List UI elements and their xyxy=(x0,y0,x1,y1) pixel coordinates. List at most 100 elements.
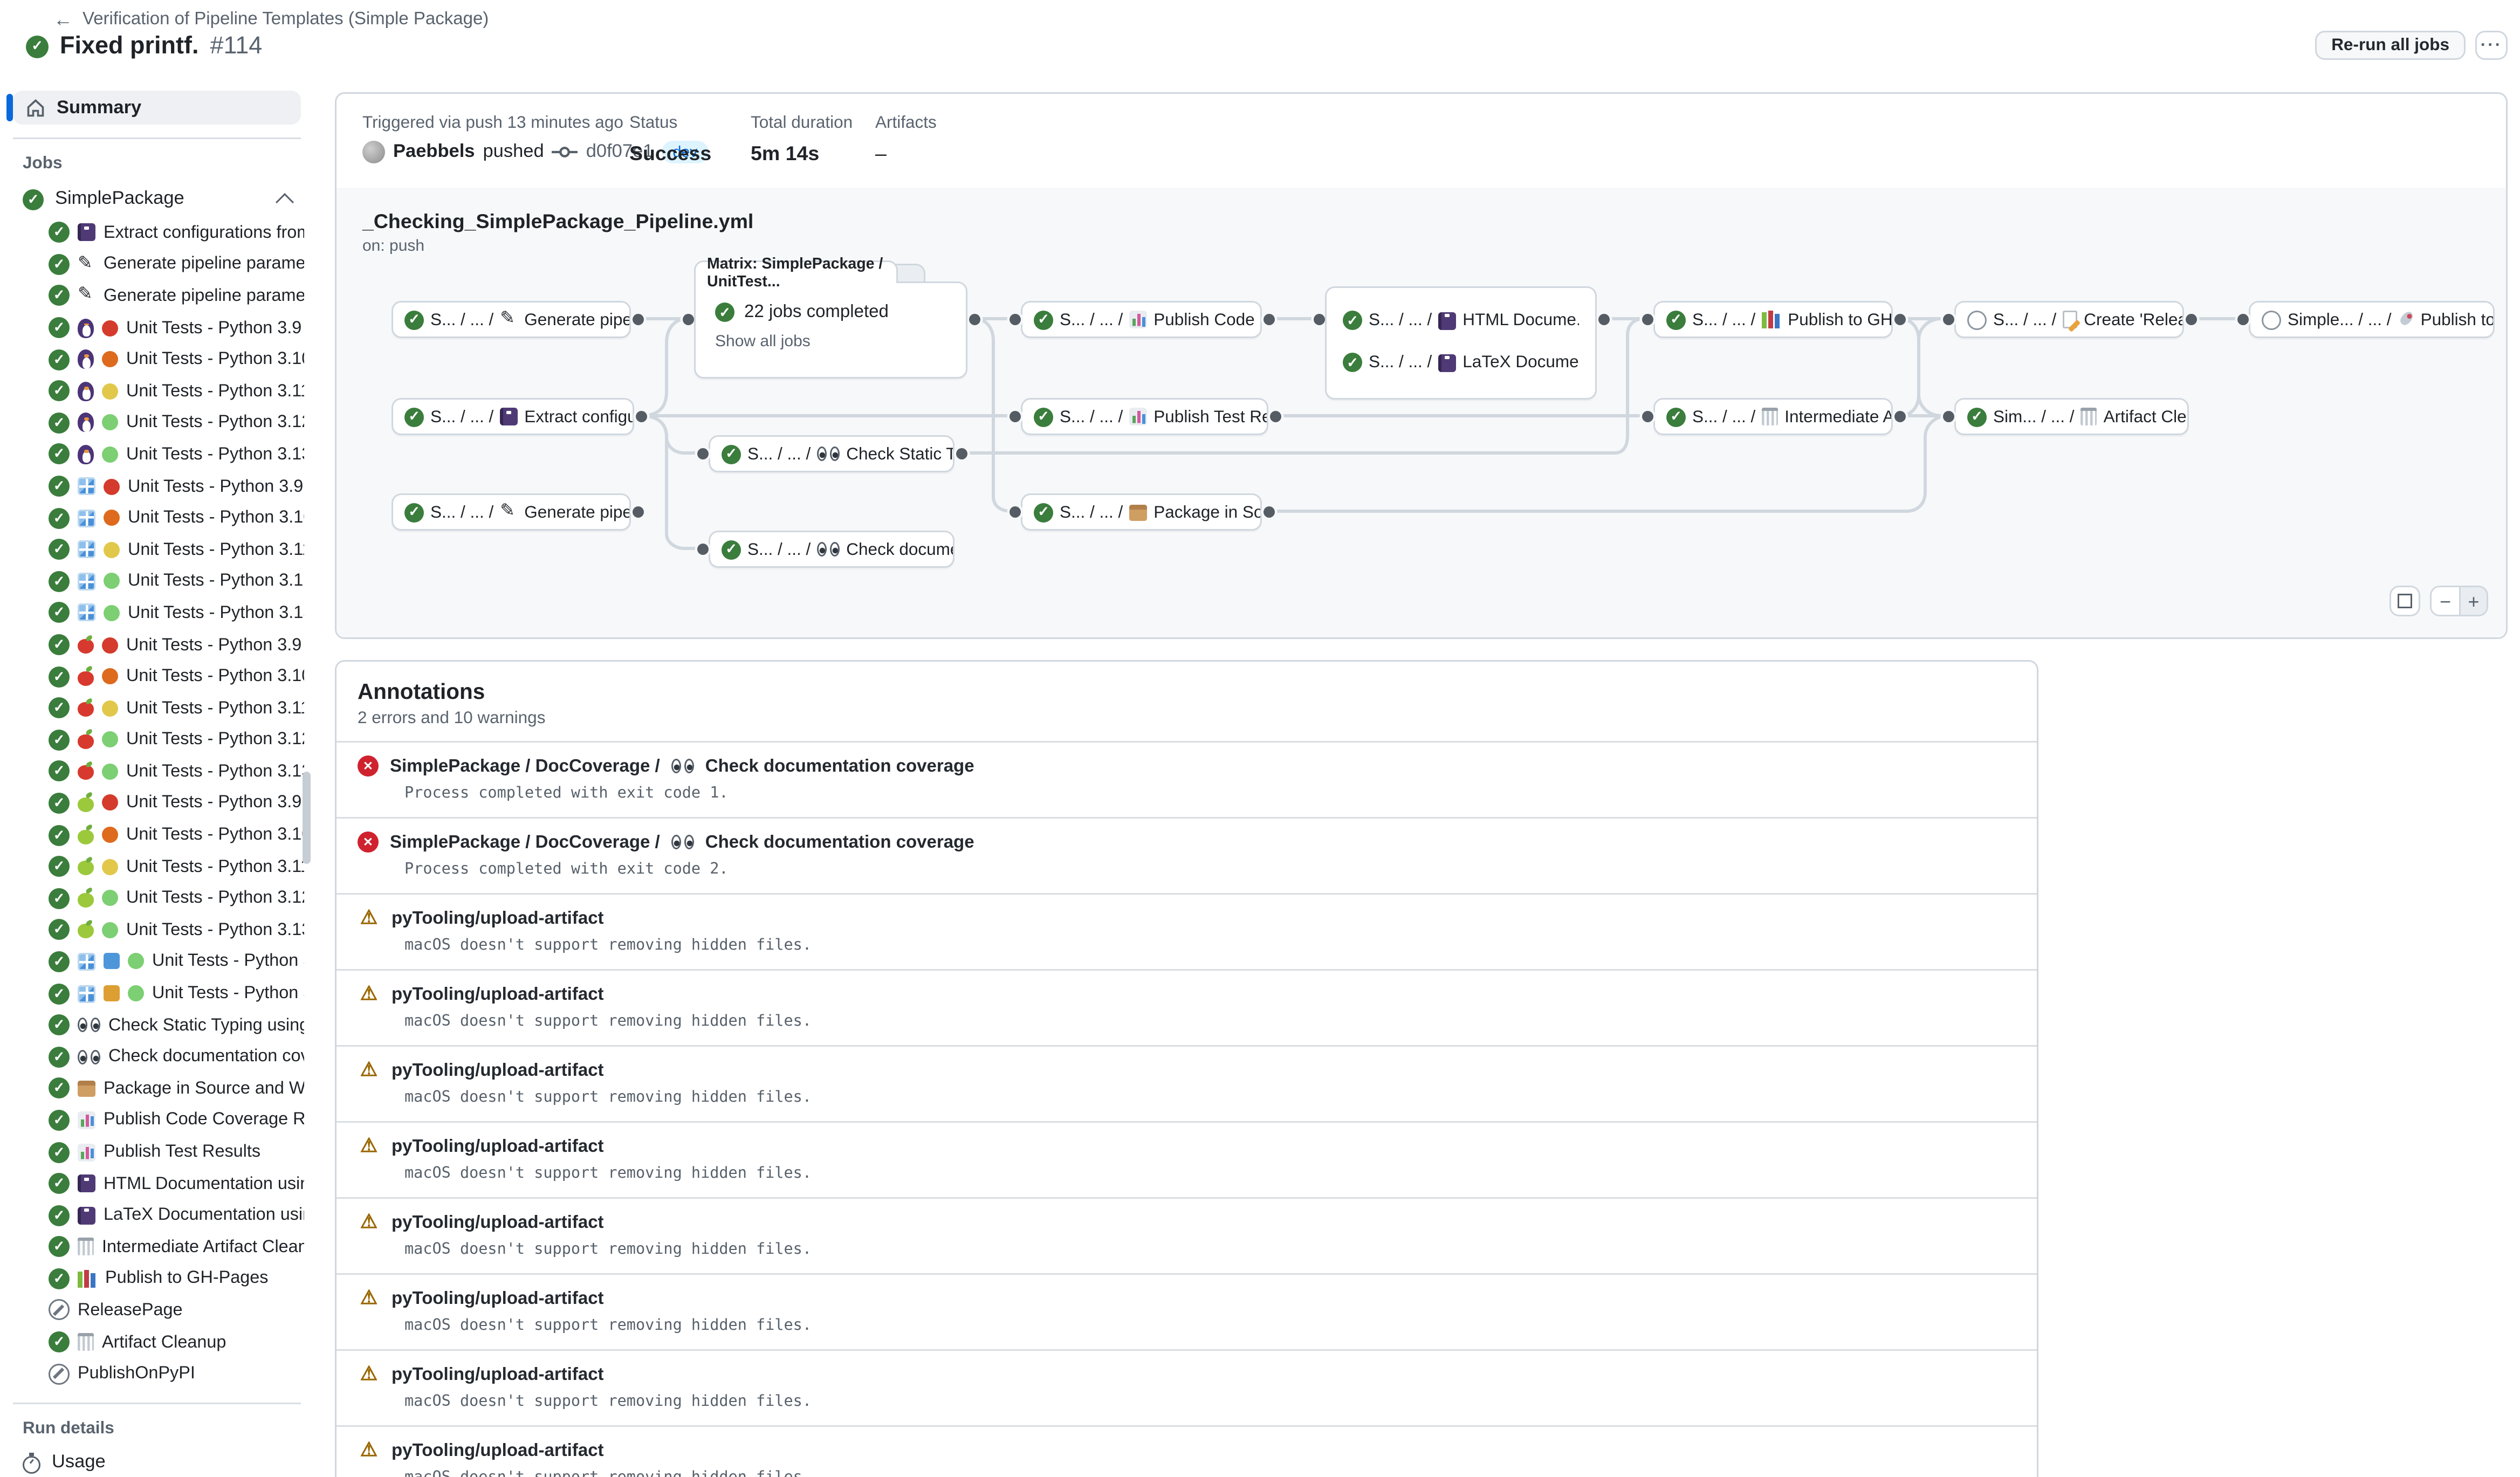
sidebar-job-item[interactable]: Unit Tests - Python 3.12 xyxy=(0,946,314,978)
sidebar-job-item[interactable]: Publish Test Results xyxy=(0,1136,314,1168)
sidebar-job-item[interactable]: Unit Tests - Python 3.11 xyxy=(0,692,314,724)
graph-job-node[interactable]: S... / ... /Publish Test Re...13s xyxy=(1021,398,1268,435)
books-icon xyxy=(78,1270,97,1288)
sidebar-job-item[interactable]: Unit Tests - Python 3.10 xyxy=(0,502,314,534)
fullscreen-button[interactable] xyxy=(2389,586,2420,616)
annotation-row: pyTooling/upload-artifactmacOS doesn't s… xyxy=(337,1197,2037,1273)
rocket-icon xyxy=(2394,307,2418,332)
matrix-group-node[interactable]: 22 jobs completed Show all jobs xyxy=(694,281,967,379)
sidebar-job-item[interactable]: Unit Tests - Python 3.12 xyxy=(0,407,314,439)
sidebar-job-item[interactable]: PublishOnPyPI xyxy=(0,1358,314,1390)
graph-job-node[interactable]: S... / ... /Package in Sou...18s xyxy=(1021,493,1262,531)
check-icon xyxy=(49,1205,70,1226)
sidebar-job-item[interactable]: Unit Tests - Python 3.9 xyxy=(0,787,314,819)
job-label: Unit Tests - Python 3.13 xyxy=(128,603,304,623)
sidebar-job-item[interactable]: Unit Tests - Python 3.13 xyxy=(0,755,314,787)
sidebar-job-item[interactable]: Unit Tests - Python 3.10 xyxy=(0,344,314,375)
graph-job-node[interactable]: S... / ... /HTML Docume...55s xyxy=(1343,299,1579,341)
sidebar-job-item[interactable]: Check Static Typing using Pyt... xyxy=(0,1009,314,1041)
avatar[interactable] xyxy=(362,141,385,163)
sidebar-job-item[interactable]: Publish to GH-Pages xyxy=(0,1263,314,1295)
sidebar-job-item[interactable]: Check documentation covera... xyxy=(0,1041,314,1073)
sidebar-job-item[interactable]: Artifact Cleanup xyxy=(0,1326,314,1358)
sidebar-job-item[interactable]: Unit Tests - Python 3.11 xyxy=(0,375,314,407)
sidebar-scrollbar[interactable] xyxy=(303,772,311,864)
apple-red-icon xyxy=(78,639,94,654)
actor-name: Paebbels xyxy=(393,142,475,162)
sidebar-job-item[interactable]: Generate pipeline parameters xyxy=(0,280,314,312)
annotation-title-link[interactable]: pyTooling/upload-artifact xyxy=(392,909,604,928)
annotation-title-link[interactable]: pyTooling/upload-artifact xyxy=(392,1061,604,1080)
check-icon xyxy=(49,1142,70,1163)
sidebar-job-item[interactable]: Unit Tests - Python 3.12 xyxy=(0,724,314,756)
chart-icon xyxy=(1129,408,1147,425)
sidebar-job-item[interactable]: Unit Tests - Python 3.9 xyxy=(0,470,314,502)
annotation-row: pyTooling/upload-artifactmacOS doesn't s… xyxy=(337,1349,2037,1425)
trash-icon xyxy=(78,1333,94,1351)
annotation-title-link[interactable]: pyTooling/upload-artifact xyxy=(392,985,604,1004)
annotation-title-link[interactable]: pyTooling/upload-artifact xyxy=(392,1137,604,1156)
sidebar-job-item[interactable]: Unit Tests - Python 3.13 xyxy=(0,597,314,629)
sidebar-job-item[interactable]: Unit Tests - Python 3.9 xyxy=(0,312,314,344)
documentation-group-node[interactable]: S... / ... /HTML Docume...55sS... / ... … xyxy=(1325,286,1597,400)
sidebar-item-usage[interactable]: Usage xyxy=(0,1448,314,1477)
sidebar-job-item[interactable]: Generate pipeline parameters xyxy=(0,249,314,280)
breadcrumb[interactable]: ← Verification of Pipeline Templates (Si… xyxy=(53,8,489,31)
graph-job-node[interactable]: S... / ... /Publish to GH-P...7s xyxy=(1653,301,1893,338)
matrix-tab[interactable]: Matrix: SimplePackage / UnitTest... xyxy=(694,260,898,283)
job-label: Unit Tests - Python 3.11 xyxy=(126,698,304,718)
zoom-in-button[interactable]: + xyxy=(2459,587,2487,615)
status-label: Status xyxy=(629,113,711,133)
sidebar-job-item[interactable]: Unit Tests - Python 3.12 xyxy=(0,882,314,914)
more-options-button[interactable]: ··· xyxy=(2475,31,2508,60)
workflow-graph[interactable]: _Checking_SimplePackage_Pipeline.yml on:… xyxy=(337,188,2506,637)
graph-job-node[interactable]: S... / ... /Generate pipelin...0s xyxy=(392,493,631,531)
graph-job-node[interactable]: S... / ... /Check Static Ty...17s xyxy=(709,435,955,472)
sidebar-job-item[interactable]: Extract configurations from p... xyxy=(0,217,314,249)
sidebar-job-item[interactable]: Unit Tests - Python 3.9 xyxy=(0,629,314,661)
dot-orange-icon xyxy=(102,827,118,843)
sidebar-item-summary[interactable]: Summary xyxy=(13,91,301,125)
zoom-out-button[interactable]: − xyxy=(2432,587,2459,615)
graph-job-node[interactable]: Sim... / ... /Artifact Cleanup4s xyxy=(1954,398,2189,435)
sidebar-job-item[interactable]: Intermediate Artifact Cleanup xyxy=(0,1231,314,1263)
sidebar-job-item[interactable]: Package in Source and Wheel... xyxy=(0,1073,314,1104)
annotation-title-link[interactable]: pyTooling/upload-artifact xyxy=(392,1289,604,1308)
annotation-title-link[interactable]: Check documentation coverage xyxy=(705,757,974,776)
sidebar-job-item[interactable]: Unit Tests - Python 3.12 xyxy=(0,978,314,1009)
sidebar-job-item[interactable]: ReleasePage xyxy=(0,1295,314,1327)
sidebar-group-simplepackage[interactable]: SimplePackage xyxy=(13,184,301,214)
sidebar-job-item[interactable]: Unit Tests - Python 3.11 xyxy=(0,534,314,566)
graph-job-node[interactable]: S... / ... /Create 'Release Pa... xyxy=(1954,301,2184,338)
graph-job-node[interactable]: S... / ... /Extract configur...4s xyxy=(392,398,634,435)
sidebar-job-item[interactable]: HTML Documentation using ... xyxy=(0,1167,314,1199)
annotation-title-link[interactable]: Check documentation coverage xyxy=(705,833,974,852)
dot-green-icon xyxy=(102,764,118,780)
graph-job-node[interactable]: S... / ... /Generate pipelin...0s xyxy=(392,301,631,338)
sidebar-job-item[interactable]: Unit Tests - Python 3.13 xyxy=(0,914,314,946)
sidebar-job-item[interactable]: LaTeX Documentation using ... xyxy=(0,1199,314,1231)
annotation-title-link[interactable]: pyTooling/upload-artifact xyxy=(392,1213,604,1232)
chart-icon xyxy=(78,1143,95,1161)
sidebar-job-item[interactable]: Publish Code Coverage Results xyxy=(0,1104,314,1136)
annotation-message: macOS doesn't support removing hidden fi… xyxy=(404,1469,2011,1477)
divider xyxy=(13,138,301,139)
annotation-row: pyTooling/upload-artifactmacOS doesn't s… xyxy=(337,1121,2037,1197)
annotation-title-link[interactable]: pyTooling/upload-artifact xyxy=(392,1441,604,1460)
graph-job-node[interactable]: S... / ... /Intermediate A...16s xyxy=(1653,398,1893,435)
sidebar-job-item[interactable]: Unit Tests - Python 3.10 xyxy=(0,819,314,851)
graph-job-node[interactable]: S... / ... /LaTeX Docume...51s xyxy=(1343,341,1579,383)
connection-dot xyxy=(1269,411,1281,422)
sidebar-job-item[interactable]: Unit Tests - Python 3.11 xyxy=(0,851,314,883)
graph-job-node[interactable]: Simple... / ... /Publish to PyPI xyxy=(2249,301,2495,338)
chevron-up-icon[interactable] xyxy=(276,193,294,211)
sidebar-job-item[interactable]: Unit Tests - Python 3.10 xyxy=(0,661,314,692)
run-details-label: Run details xyxy=(23,1419,314,1438)
show-all-jobs-link[interactable]: Show all jobs xyxy=(715,333,966,351)
annotation-title-link[interactable]: pyTooling/upload-artifact xyxy=(392,1365,604,1384)
rerun-all-jobs-button[interactable]: Re-run all jobs xyxy=(2315,31,2466,60)
sidebar-job-item[interactable]: Unit Tests - Python 3.12 xyxy=(0,566,314,597)
graph-job-node[interactable]: S... / ... /Check docume...18s xyxy=(709,531,955,568)
sidebar-job-item[interactable]: Unit Tests - Python 3.13 xyxy=(0,438,314,470)
graph-job-node[interactable]: S... / ... /Publish Code C...20s xyxy=(1021,301,1262,338)
